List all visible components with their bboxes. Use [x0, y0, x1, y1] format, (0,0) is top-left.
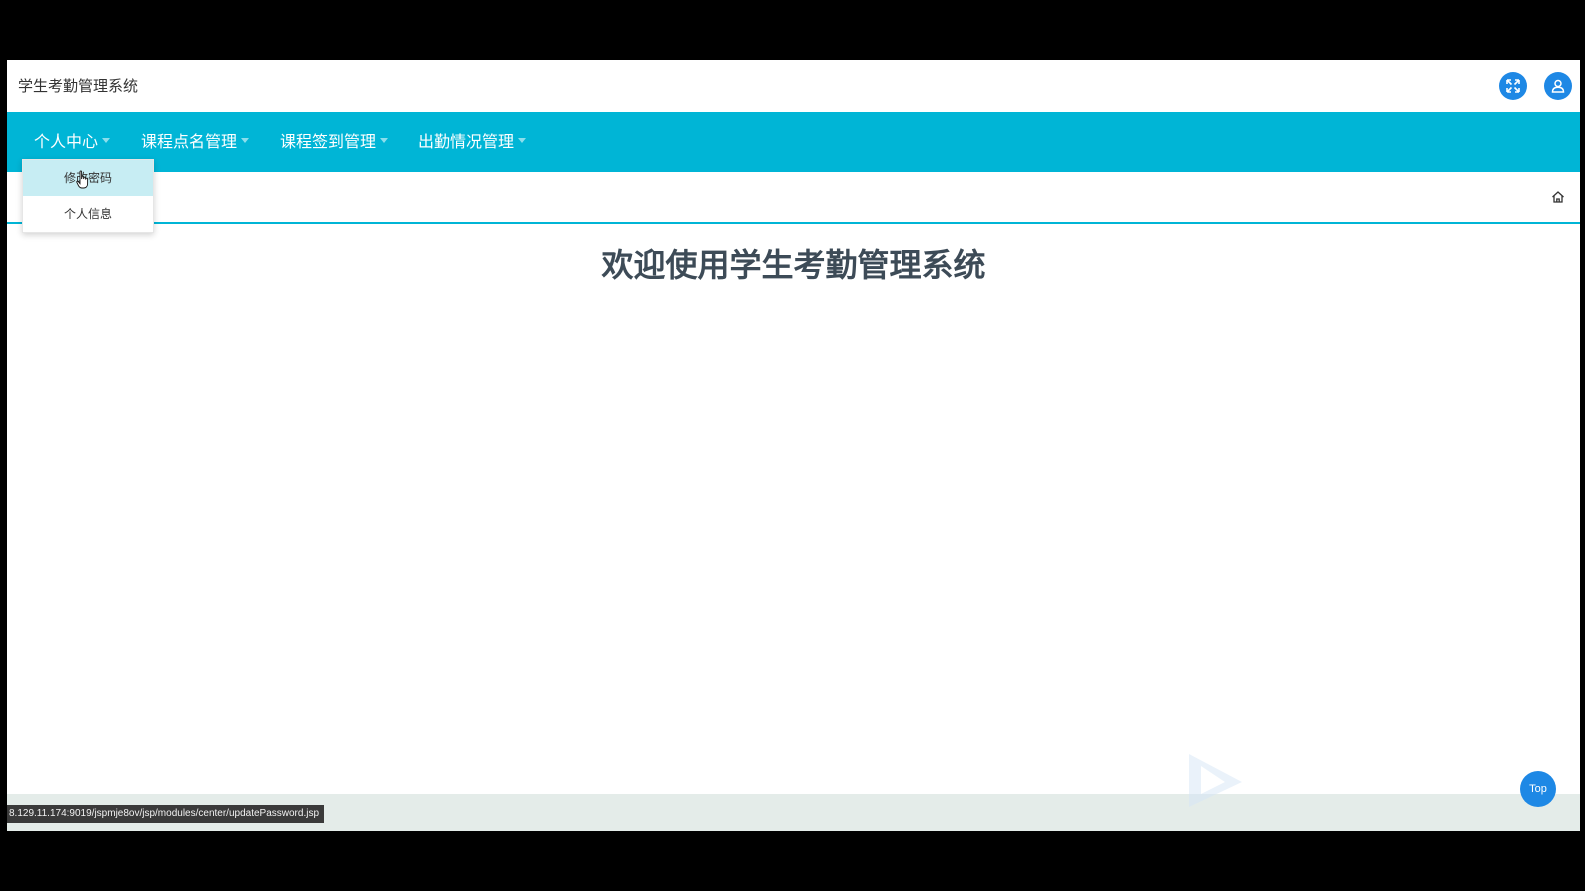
fullscreen-icon	[1506, 79, 1520, 93]
main-nav: 个人中心 课程点名管理 课程签到管理 出勤情况管理	[7, 112, 1580, 172]
nav-item-label: 出勤情况管理	[418, 132, 515, 151]
home-icon[interactable]	[1551, 190, 1565, 204]
welcome-heading: 欢迎使用学生考勤管理系统	[601, 246, 986, 284]
browser-viewport: 学生考勤管理系统 个人中心 课程点名管理 课程签到管理 出勤情况管理 修改密码 …	[7, 60, 1580, 831]
nav-item-label: 课程点名管理	[141, 132, 238, 151]
watermark-logo-icon	[1189, 754, 1242, 807]
caret-down-icon	[102, 138, 111, 143]
user-button[interactable]	[1544, 72, 1572, 100]
top-header: 学生考勤管理系统	[7, 60, 1580, 112]
caret-down-icon	[241, 138, 250, 143]
fullscreen-button[interactable]	[1499, 72, 1527, 100]
user-icon	[1551, 79, 1565, 93]
status-bar-url: 8.129.11.174:9019/jspmje8ov/jsp/modules/…	[7, 805, 325, 823]
nav-item-attendance[interactable]: 出勤情况管理	[418, 112, 527, 172]
nav-item-course-rollcall[interactable]: 课程点名管理	[141, 112, 250, 172]
hand-cursor-icon	[76, 170, 89, 189]
app-title: 学生考勤管理系统	[18, 77, 139, 95]
caret-down-icon	[518, 138, 527, 143]
caret-down-icon	[380, 138, 389, 143]
nav-item-label: 课程签到管理	[280, 132, 377, 151]
menu-item-personal-info[interactable]: 个人信息	[23, 196, 153, 232]
nav-item-course-signin[interactable]: 课程签到管理	[280, 112, 389, 172]
nav-item-label: 个人中心	[34, 132, 99, 151]
back-to-top-button[interactable]: Top	[1520, 771, 1556, 807]
breadcrumb-bar	[7, 172, 1580, 224]
